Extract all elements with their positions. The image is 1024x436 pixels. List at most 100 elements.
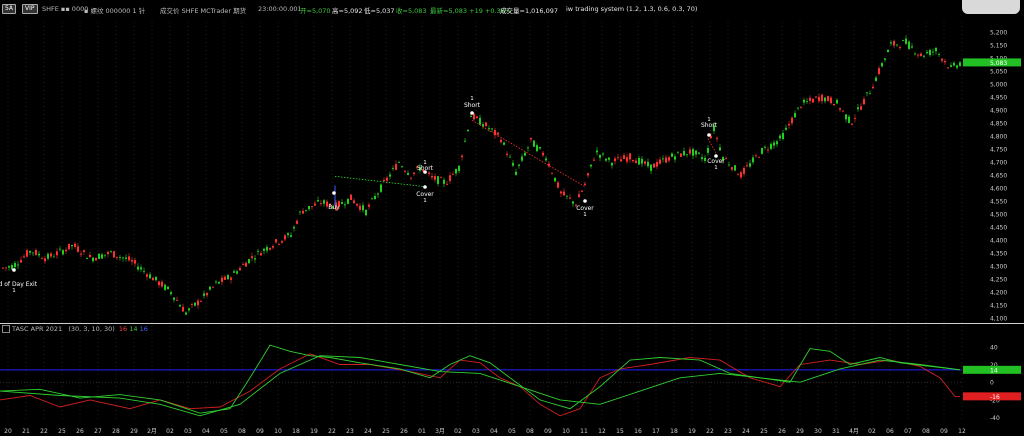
indicator-value-2: 14: [129, 325, 138, 333]
candle-body: [512, 162, 514, 166]
date-tick-label: 29: [796, 428, 804, 435]
candle-body: [698, 152, 700, 154]
candle-body: [884, 58, 886, 60]
candle-body: [509, 156, 511, 158]
candle-body: [896, 44, 898, 46]
candle-body: [602, 153, 604, 155]
candle-body: [527, 147, 529, 149]
indicator-toggle-icon[interactable]: [2, 325, 10, 333]
candle-body: [860, 106, 862, 110]
candle-body: [899, 47, 901, 48]
candle-body: [932, 51, 934, 53]
candle-body: [26, 250, 28, 257]
candle-body: [314, 203, 316, 206]
candle-body: [215, 281, 217, 283]
candle-body: [482, 124, 484, 127]
candle-body: [800, 106, 802, 108]
candle-body: [200, 300, 202, 302]
candle-body: [767, 149, 769, 151]
candle-body: [623, 155, 625, 159]
date-tick-label: 01: [418, 428, 426, 435]
candle-body: [563, 191, 565, 196]
candle-body: [611, 162, 613, 166]
indicator-tick-label: -40: [990, 415, 1000, 422]
candle-body: [677, 151, 679, 153]
date-tick-label: 2月: [147, 428, 157, 435]
candle-body: [680, 153, 682, 157]
candle-body: [746, 165, 748, 167]
candle-body: [428, 172, 430, 174]
candle-body: [872, 86, 874, 89]
candle-body: [74, 243, 76, 247]
candle-body: [662, 158, 664, 160]
date-tick-label: 26: [76, 428, 84, 435]
signal-marker: [423, 185, 427, 189]
signal-count: 1: [12, 288, 16, 294]
price-tick-label: 4,350: [990, 251, 1007, 258]
candle-body: [674, 156, 676, 160]
date-tick-label: 27: [94, 428, 102, 435]
price-tick-label: 4,150: [990, 303, 1007, 310]
signal-marker: [470, 111, 474, 115]
candle-body: [47, 253, 49, 259]
price-axis: 5,2005,1505,1005,0505,0004,9504,9004,850…: [963, 30, 1021, 323]
candle-body: [446, 183, 448, 185]
candle-body: [689, 149, 691, 154]
candle-body: [2, 267, 4, 269]
candle-body: [101, 254, 103, 259]
candle-body: [599, 154, 601, 158]
candle-body: [32, 252, 34, 254]
date-tick-label: 12: [598, 428, 606, 435]
price-tick-label: 4,700: [990, 160, 1007, 167]
price-tick-label: 4,650: [990, 173, 1007, 180]
candle-body: [356, 203, 358, 206]
date-tick-label: 15: [616, 428, 624, 435]
candle-body: [749, 163, 751, 167]
price-tick-label: 5,050: [990, 69, 1007, 76]
candle-body: [449, 175, 451, 181]
candle-body: [830, 97, 832, 104]
candle-body: [23, 256, 25, 258]
date-tick-label: 08: [922, 428, 930, 435]
candle-body: [308, 206, 310, 210]
candle-body: [464, 140, 466, 142]
date-tick-label: 12: [958, 428, 966, 435]
candle-body: [776, 141, 778, 145]
candle-body: [275, 239, 277, 243]
candle-body: [665, 157, 667, 163]
candle-body: [254, 258, 256, 260]
candle-body: [701, 157, 703, 160]
date-tick-label: 26: [778, 428, 786, 435]
candle-body: [125, 257, 127, 259]
candle-body: [194, 302, 196, 306]
candle-body: [941, 58, 943, 61]
candle-body: [572, 201, 574, 204]
date-tick-label: 18: [670, 428, 678, 435]
candle-body: [761, 147, 763, 154]
candle-body: [251, 256, 253, 259]
candle-body: [839, 108, 841, 110]
candle-body: [65, 249, 67, 252]
date-tick-label: 03: [184, 428, 192, 435]
candle-body: [614, 158, 616, 162]
candle-body: [959, 62, 961, 66]
candle-body: [521, 156, 523, 161]
date-tick-label: 09: [544, 428, 552, 435]
candle-body: [122, 257, 124, 259]
candle-body: [269, 247, 271, 250]
candle-body: [404, 171, 406, 172]
candle-body: [710, 136, 712, 139]
indicator-line-red: [0, 353, 960, 417]
candle-body: [95, 258, 97, 261]
candle-body: [386, 177, 388, 181]
candle-body: [191, 304, 193, 305]
date-tick-label: 28: [112, 428, 120, 435]
candle-body: [407, 172, 409, 175]
candle-body: [260, 253, 262, 256]
candle-body: [362, 205, 364, 211]
indicator-badge-red-text: -16: [990, 394, 1000, 401]
candle-body: [851, 123, 853, 125]
candle-body: [134, 260, 136, 264]
pane-separator[interactable]: [0, 323, 1024, 324]
candle-body: [59, 248, 61, 250]
